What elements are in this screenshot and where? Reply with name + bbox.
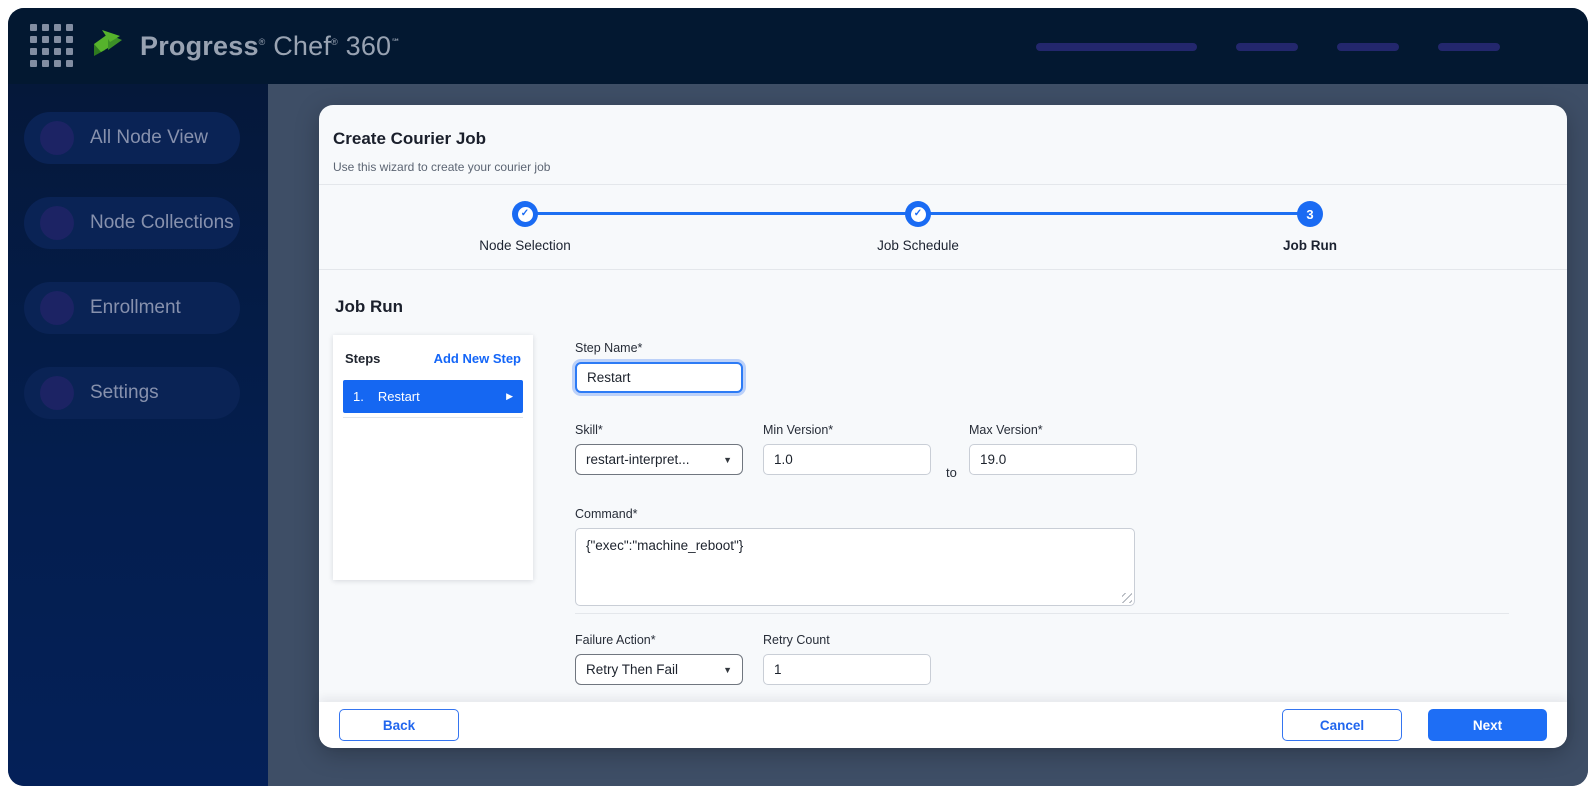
step-list-item-restart[interactable]: 1. Restart ▶ <box>343 380 523 413</box>
max-version-input[interactable] <box>969 444 1137 475</box>
step-label-job-run: Job Run <box>1283 238 1337 253</box>
sidebar: All Node View Node Collections Enrollmen… <box>8 84 268 786</box>
check-icon: ✓ <box>910 206 926 222</box>
step-node-selection-completed[interactable]: ✓ <box>512 201 538 227</box>
topnav-placeholder-3[interactable] <box>1337 43 1399 51</box>
topnav-placeholder-1[interactable] <box>1036 43 1197 51</box>
sidebar-item-label: Settings <box>90 382 159 403</box>
sidebar-item-label: Enrollment <box>90 297 181 318</box>
step-label-job-schedule: Job Schedule <box>877 238 959 253</box>
retry-count-field-group: Retry Count <box>763 633 931 685</box>
failure-action-label: Failure Action* <box>575 633 656 647</box>
skill-field-group: Skill* restart-interpret... ▼ <box>575 423 743 475</box>
failure-action-field-group: Failure Action* Retry Then Fail ▼ <box>575 633 743 685</box>
create-courier-job-card: Create Courier Job Use this wizard to cr… <box>319 105 1567 748</box>
topnav-placeholder-2[interactable] <box>1236 43 1298 51</box>
skill-select[interactable]: restart-interpret... ▼ <box>575 444 743 475</box>
top-bar: Progress® Chef® 360℠ <box>8 8 1588 84</box>
skill-label: Skill* <box>575 423 603 437</box>
cancel-button[interactable]: Cancel <box>1282 709 1402 741</box>
command-field-group: Command* {"exec":"machine_reboot"} <box>575 507 1135 606</box>
step-item-label: Restart <box>377 389 420 404</box>
sidebar-item-icon <box>40 206 74 240</box>
back-button[interactable]: Back <box>339 709 459 741</box>
sidebar-item-all-node-view[interactable]: All Node View <box>24 112 240 164</box>
wizard-footer: Back Cancel Next <box>319 702 1567 748</box>
min-version-field-group: Min Version* <box>763 423 931 475</box>
chevron-down-icon: ▼ <box>723 454 732 465</box>
form-divider <box>575 613 1509 614</box>
sidebar-item-icon <box>40 291 74 325</box>
skill-select-value: restart-interpret... <box>586 452 690 467</box>
failure-action-select-value: Retry Then Fail <box>586 662 679 677</box>
sidebar-item-icon <box>40 376 74 410</box>
wizard-stepper: ✓ Node Selection ✓ Job Schedule 3 Job Ru… <box>319 185 1567 270</box>
step-name-input[interactable] <box>575 362 743 393</box>
logo-text: Progress® Chef® 360℠ <box>140 30 401 61</box>
max-version-label: Max Version* <box>969 423 1043 437</box>
card-header: Create Courier Job Use this wizard to cr… <box>319 105 1567 185</box>
progress-logo-icon <box>94 30 122 56</box>
app-launcher-grid-icon[interactable] <box>30 24 76 70</box>
steps-panel-header: Steps Add New Step <box>333 335 533 378</box>
next-button[interactable]: Next <box>1428 709 1547 741</box>
max-version-field-group: Max Version* <box>969 423 1137 475</box>
command-label: Command* <box>575 507 638 521</box>
check-icon: ✓ <box>517 206 533 222</box>
command-textarea[interactable]: {"exec":"machine_reboot"} <box>575 528 1135 606</box>
step-job-schedule-completed[interactable]: ✓ <box>905 201 931 227</box>
step-item-index: 1. <box>353 389 364 404</box>
chevron-right-icon: ▶ <box>506 391 513 401</box>
sidebar-item-settings[interactable]: Settings <box>24 367 240 419</box>
chevron-down-icon: ▼ <box>723 664 732 675</box>
app-window: Progress® Chef® 360℠ All Node View Node … <box>8 8 1588 786</box>
min-version-label: Min Version* <box>763 423 834 437</box>
sidebar-item-enrollment[interactable]: Enrollment <box>24 282 240 334</box>
page-subtitle: Use this wizard to create your courier j… <box>333 160 551 174</box>
failure-action-select[interactable]: Retry Then Fail ▼ <box>575 654 743 685</box>
progress-chef-360-logo: Progress® Chef® 360℠ <box>90 26 401 66</box>
sidebar-item-icon <box>40 121 74 155</box>
retry-count-label: Retry Count <box>763 633 830 647</box>
steps-panel: Steps Add New Step 1. Restart ▶ <box>333 335 533 580</box>
resize-handle-icon[interactable] <box>1122 593 1132 603</box>
sidebar-item-label: All Node View <box>90 127 208 148</box>
step-job-run-active[interactable]: 3 <box>1297 201 1323 227</box>
topnav-placeholder-4[interactable] <box>1438 43 1500 51</box>
sidebar-item-node-collections[interactable]: Node Collections <box>24 197 240 249</box>
sidebar-item-label: Node Collections <box>90 212 234 233</box>
step-name-label: Step Name* <box>575 341 643 355</box>
step-name-field-group: Step Name* <box>575 341 743 393</box>
version-range-to-label: to <box>946 465 957 480</box>
step-item-divider <box>343 417 523 418</box>
retry-count-input[interactable] <box>763 654 931 685</box>
min-version-input[interactable] <box>763 444 931 475</box>
command-textarea-wrap: {"exec":"machine_reboot"} <box>575 528 1135 606</box>
page-title: Create Courier Job <box>333 129 487 148</box>
add-new-step-link[interactable]: Add New Step <box>434 351 521 366</box>
step-label-node-selection: Node Selection <box>479 238 571 253</box>
section-title-job-run: Job Run <box>335 297 403 316</box>
steps-panel-title: Steps <box>345 351 381 366</box>
